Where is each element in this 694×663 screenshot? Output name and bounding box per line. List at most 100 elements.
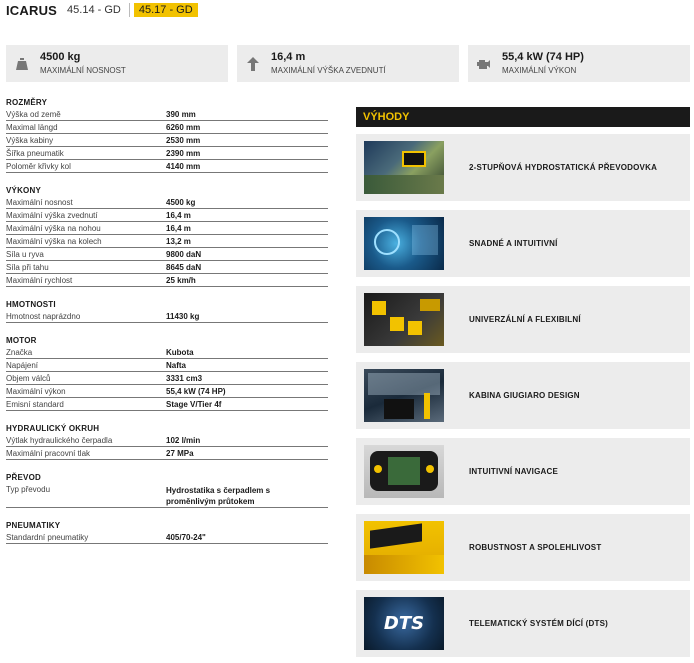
benefit-label: ROBUSTNOST A SPOLEHLIVOST (469, 543, 602, 552)
spec-label: Napájení (6, 360, 39, 370)
spec-value: 3331 cm3 (166, 373, 203, 383)
model-header: ICARUS 45.14 - GD 45.17 - GD (6, 2, 198, 18)
table-row: Výtlak hydraulického čerpadla 102 l/min (6, 434, 328, 447)
stat-label: MAXIMÁLNÍ VÝŠKA ZVEDNUTÍ (271, 66, 386, 75)
cabin-controls-photo (364, 217, 444, 270)
spec-label: Maximální výška zvednutí (6, 210, 98, 220)
table-row: Typ převodu Hydrostatika s čerpadlem s pr… (6, 483, 328, 508)
engine-icon (476, 56, 492, 72)
benefit-card[interactable]: ROBUSTNOST A SPOLEHLIVOST (356, 514, 690, 581)
spec-value: 16,4 m (166, 223, 191, 233)
section-title: PŘEVOD (6, 473, 41, 482)
table-row: Výška kabiny 2530 mm (6, 134, 328, 147)
spec-value: 11430 kg (166, 311, 200, 321)
table-row: Maximální rychlost 25 km/h (6, 274, 328, 287)
weight-icon (14, 56, 30, 72)
cabin-interior-photo (364, 369, 444, 422)
benefit-label: TELEMATICKÝ SYSTÉM DÍCÍ (DTS) (469, 619, 608, 628)
spec-label: Poloměr křivky kol (6, 161, 71, 171)
benefit-card[interactable]: SNADNÉ A INTUITIVNÍ (356, 210, 690, 277)
benefit-label: 2-STUPŇOVÁ HYDROSTATICKÁ PŘEVODOVKA (469, 163, 658, 172)
spec-value: 4500 kg (166, 197, 196, 207)
table-row: Maximální výška na kolech 13,2 m (6, 235, 328, 248)
table-row: Síla při tahu 8645 daN (6, 261, 328, 274)
spec-label: Maximální rychlost (6, 275, 73, 285)
spec-value: 9800 daN (166, 249, 202, 259)
spec-label: Standardní pneumatiky (6, 532, 89, 542)
table-row: Hmotnost naprázdno 11430 kg (6, 310, 328, 323)
spec-label: Maximální pracovní tlak (6, 448, 91, 458)
table-row: Maximální výška zvednutí 16,4 m (6, 209, 328, 222)
model-tab-45-17[interactable]: 45.17 - GD (133, 3, 198, 17)
boom-photo (364, 521, 444, 574)
dts-logo-text: DTS (383, 613, 425, 634)
spec-value: Kubota (166, 347, 194, 357)
stat-height: 16,4 m MAXIMÁLNÍ VÝŠKA ZVEDNUTÍ (237, 45, 459, 82)
table-row: Maximal längd 6260 mm (6, 121, 328, 134)
benefit-label: SNADNÉ A INTUITIVNÍ (469, 239, 558, 248)
table-row: Standardní pneumatiky 405/70-24" (6, 531, 328, 544)
spec-value: 16,4 m (166, 210, 191, 220)
spec-label: Typ převodu (6, 485, 51, 494)
spec-label: Výška kabiny (6, 135, 54, 145)
spec-value: 8645 daN (166, 262, 202, 272)
table-row: Napájení Nafta (6, 359, 328, 372)
spec-value: Nafta (166, 360, 187, 370)
stat-value: 4500 kg (40, 51, 81, 63)
benefit-card[interactable]: DTS TELEMATICKÝ SYSTÉM DÍCÍ (DTS) (356, 590, 690, 657)
stat-capacity: 4500 kg MAXIMÁLNÍ NOSNOST (6, 45, 228, 82)
benefit-card[interactable]: KABINA GIUGIARO DESIGN (356, 362, 690, 429)
spec-label: Šířka pneumatik (6, 148, 64, 158)
section-title: PNEUMATIKY (6, 521, 61, 530)
spec-label: Značka (6, 347, 33, 357)
model-tab-45-14[interactable]: 45.14 - GD (65, 3, 123, 17)
section-title: HYDRAULICKÝ OKRUH (6, 424, 100, 433)
spec-label: Emisní standard (6, 399, 64, 409)
specifications: ROZMĚRY Výška od země 390 mm Maximal läng… (6, 97, 328, 556)
benefit-card[interactable]: UNIVERZÁLNÍ A FLEXIBILNÍ (356, 286, 690, 353)
display-photo (364, 445, 444, 498)
spec-value: Hydrostatika s čerpadlem s proměnlivým p… (166, 486, 271, 506)
spec-label: Hmotnost naprázdno (6, 311, 81, 321)
benefit-card[interactable]: INTUITIVNÍ NAVIGACE (356, 438, 690, 505)
table-row: Maximální výška na nohou 16,4 m (6, 222, 328, 235)
spec-value: 405/70-24" (166, 532, 206, 542)
spec-section-weights: HMOTNOSTI Hmotnost naprázdno 11430 kg (6, 299, 328, 323)
spec-value: 4140 mm (166, 161, 201, 171)
spec-section-dimensions: ROZMĚRY Výška od země 390 mm Maximal läng… (6, 97, 328, 173)
spec-label: Maximal längd (6, 122, 58, 132)
spec-value: 2390 mm (166, 148, 201, 158)
table-row: Objem válců 3331 cm3 (6, 372, 328, 385)
table-row: Maximální výkon 55,4 kW (74 HP) (6, 385, 328, 398)
key-stats: 4500 kg MAXIMÁLNÍ NOSNOST 16,4 m MAXIMÁL… (6, 45, 690, 82)
table-row: Poloměr křivky kol 4140 mm (6, 160, 328, 173)
table-row: Maximální nosnost 4500 kg (6, 196, 328, 209)
stat-label: MAXIMÁLNÍ VÝKON (502, 66, 577, 75)
table-row: Síla u ryva 9800 daN (6, 248, 328, 261)
table-row: Maximální pracovní tlak 27 MPa (6, 447, 328, 460)
benefit-card[interactable]: 2-STUPŇOVÁ HYDROSTATICKÁ PŘEVODOVKA (356, 134, 690, 201)
spec-section-transmission: PŘEVOD Typ převodu Hydrostatika s čerpadl… (6, 472, 328, 508)
stat-value: 16,4 m (271, 51, 306, 63)
spec-section-tyres: PNEUMATIKY Standardní pneumatiky 405/70-2… (6, 520, 328, 544)
spec-label: Síla při tahu (6, 262, 49, 272)
spec-section-performance: VÝKONY Maximální nosnost 4500 kg Maximáln… (6, 185, 328, 287)
table-row: Šířka pneumatik 2390 mm (6, 147, 328, 160)
stat-value: 55,4 kW (74 HP) (502, 51, 584, 63)
section-title: HMOTNOSTI (6, 300, 56, 309)
spec-label: Výtlak hydraulického čerpadla (6, 435, 113, 445)
spec-value: 13,2 m (166, 236, 191, 246)
table-row: Emisní standard Stage V/Tier 4f (6, 398, 328, 411)
benefit-label: INTUITIVNÍ NAVIGACE (469, 467, 558, 476)
dts-photo: DTS (364, 597, 444, 650)
transmission-photo (364, 141, 444, 194)
spec-label: Maximální nosnost (6, 197, 73, 207)
section-title: ROZMĚRY (6, 98, 48, 107)
benefit-label: UNIVERZÁLNÍ A FLEXIBILNÍ (469, 315, 581, 324)
spec-value: 55,4 kW (74 HP) (166, 386, 226, 396)
spec-label: Síla u ryva (6, 249, 44, 259)
spec-label: Výška od země (6, 109, 61, 119)
arrow-up-icon (245, 56, 261, 72)
spec-value: 2530 mm (166, 135, 201, 145)
spec-section-engine: MOTOR Značka Kubota Napájení Nafta Objem v… (6, 335, 328, 411)
